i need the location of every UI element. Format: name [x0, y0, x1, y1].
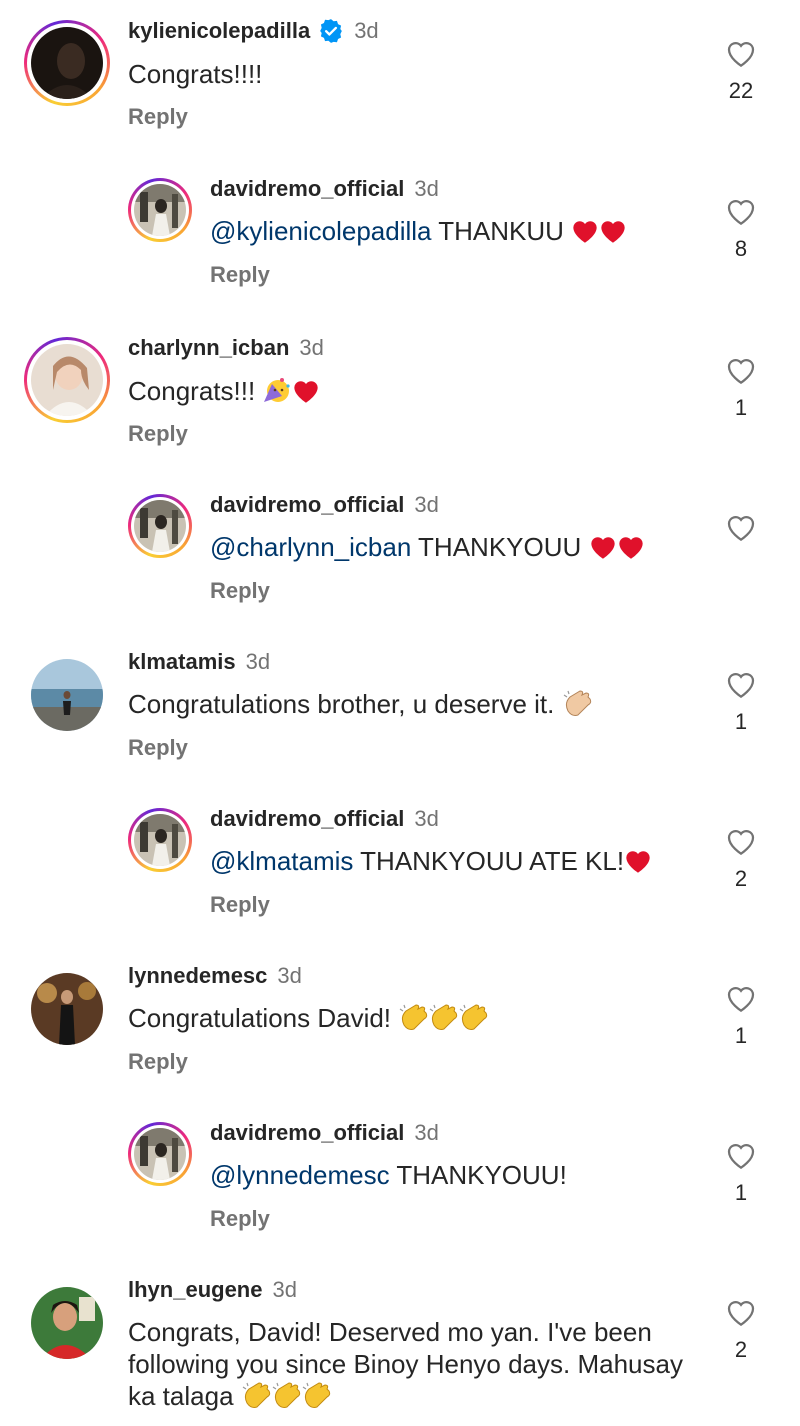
clapping-hands-emoji	[301, 1381, 331, 1416]
reply-button[interactable]: Reply	[128, 1049, 188, 1075]
comment-timestamp: 3d	[414, 176, 439, 201]
like-button[interactable]: 2	[721, 826, 761, 892]
clapping-hands-emoji	[241, 1381, 271, 1416]
like-count: 1	[734, 1023, 748, 1048]
clapping-hands-emoji	[562, 689, 592, 724]
like-count: 1	[734, 709, 748, 734]
heart-outline-icon	[727, 516, 755, 542]
comment-text: Congrats!!!	[128, 374, 320, 411]
avatar-story-ring[interactable]	[128, 494, 192, 558]
red-heart-emoji	[571, 218, 599, 251]
avatar-story-ring[interactable]	[128, 1122, 192, 1186]
reply-button[interactable]: Reply	[210, 262, 270, 288]
heart-outline-icon	[727, 359, 755, 385]
comment-timestamp: 3d	[414, 1120, 439, 1145]
partying-face-emoji	[262, 374, 292, 411]
heart-outline-icon	[727, 200, 755, 226]
comment-text: Congratulations brother, u deserve it.	[128, 688, 592, 724]
clapping-hands-emoji	[398, 1003, 428, 1038]
reply-button[interactable]: Reply	[210, 1206, 270, 1232]
mention-link[interactable]: @charlynn_icban	[210, 532, 411, 562]
comment-username[interactable]: davidremo_official	[210, 1120, 404, 1146]
reply-button[interactable]: Reply	[210, 892, 270, 918]
comment-timestamp: 3d	[354, 18, 379, 43]
avatar	[134, 500, 186, 552]
like-count: 2	[734, 1337, 748, 1362]
reply-button[interactable]: Reply	[128, 421, 188, 447]
avatar	[31, 27, 103, 99]
comment-timestamp: 3d	[414, 806, 439, 831]
comment-username[interactable]: lhyn_eugene	[128, 1277, 262, 1303]
heart-outline-icon	[727, 42, 755, 68]
reply-button[interactable]: Reply	[128, 104, 188, 130]
comment-timestamp: 3d	[414, 492, 439, 517]
avatar	[134, 1128, 186, 1180]
comment-text: Congrats!!!!	[128, 59, 263, 89]
avatar-story-ring[interactable]	[24, 337, 110, 423]
heart-outline-icon	[727, 987, 755, 1013]
heart-outline-icon	[727, 1301, 755, 1327]
clapping-hands-emoji	[271, 1381, 301, 1416]
like-count: 1	[734, 1180, 748, 1205]
like-button[interactable]	[721, 512, 761, 552]
comment-text: @klmatamis THANKYOUU ATE KL!	[210, 845, 652, 881]
verified-badge-icon	[320, 19, 343, 43]
avatar-story-ring[interactable]	[24, 20, 110, 106]
comment-username[interactable]: lynnedemesc	[128, 963, 267, 989]
like-count: 1	[734, 395, 748, 420]
comment-timestamp: 3d	[299, 335, 324, 360]
red-heart-emoji	[292, 378, 320, 411]
avatar[interactable]	[31, 1287, 103, 1359]
like-button[interactable]: 1	[721, 1140, 761, 1206]
comment-username[interactable]: charlynn_icban	[128, 335, 289, 361]
like-button[interactable]: 2	[721, 1297, 761, 1363]
clapping-hands-emoji	[428, 1003, 458, 1038]
like-count: 2	[734, 866, 748, 891]
comment-username[interactable]: davidremo_official	[210, 492, 404, 518]
comment-timestamp: 3d	[277, 963, 302, 988]
comment-timestamp: 3d	[245, 649, 271, 674]
heart-outline-icon	[727, 1144, 755, 1170]
like-button[interactable]: 22	[721, 38, 761, 104]
mention-link[interactable]: @klmatamis	[210, 846, 353, 876]
comment-username[interactable]: davidremo_official	[210, 806, 404, 832]
avatar-story-ring[interactable]	[128, 178, 192, 242]
red-heart-emoji	[624, 848, 652, 881]
comment-text: @kylienicolepadilla THANKUU	[210, 215, 627, 251]
red-heart-emoji	[617, 534, 645, 567]
like-count: 22	[728, 78, 754, 103]
avatar	[31, 344, 103, 416]
red-heart-emoji	[599, 218, 627, 251]
clapping-hands-emoji	[458, 1003, 488, 1038]
avatar	[134, 184, 186, 236]
comment-text: Congrats, David! Deserved mo yan. I've b…	[128, 1316, 698, 1416]
heart-outline-icon	[727, 830, 755, 856]
like-button[interactable]: 1	[721, 355, 761, 421]
avatar[interactable]	[31, 659, 103, 731]
heart-outline-icon	[727, 673, 755, 699]
like-count: 8	[734, 236, 748, 261]
comment-text: @lynnedemesc THANKYOUU!	[210, 1160, 567, 1190]
comment-username[interactable]: kylienicolepadilla	[128, 18, 310, 44]
avatar-story-ring[interactable]	[128, 808, 192, 872]
avatar[interactable]	[31, 973, 103, 1045]
mention-link[interactable]: @lynnedemesc	[210, 1160, 390, 1190]
like-button[interactable]: 1	[721, 669, 761, 735]
comment-username[interactable]: klmatamis	[128, 649, 236, 675]
reply-button[interactable]: Reply	[210, 578, 270, 604]
avatar	[134, 814, 186, 866]
red-heart-emoji	[589, 534, 617, 567]
comment-text: Congratulations David!	[128, 1002, 488, 1038]
reply-button[interactable]: Reply	[128, 735, 188, 761]
like-button[interactable]: 1	[721, 983, 761, 1049]
like-button[interactable]: 8	[721, 196, 761, 262]
comment-timestamp: 3d	[272, 1277, 297, 1302]
comment-username[interactable]: davidremo_official	[210, 176, 404, 202]
mention-link[interactable]: @kylienicolepadilla	[210, 216, 432, 246]
comment-text: @charlynn_icban THANKYOUU	[210, 531, 645, 567]
